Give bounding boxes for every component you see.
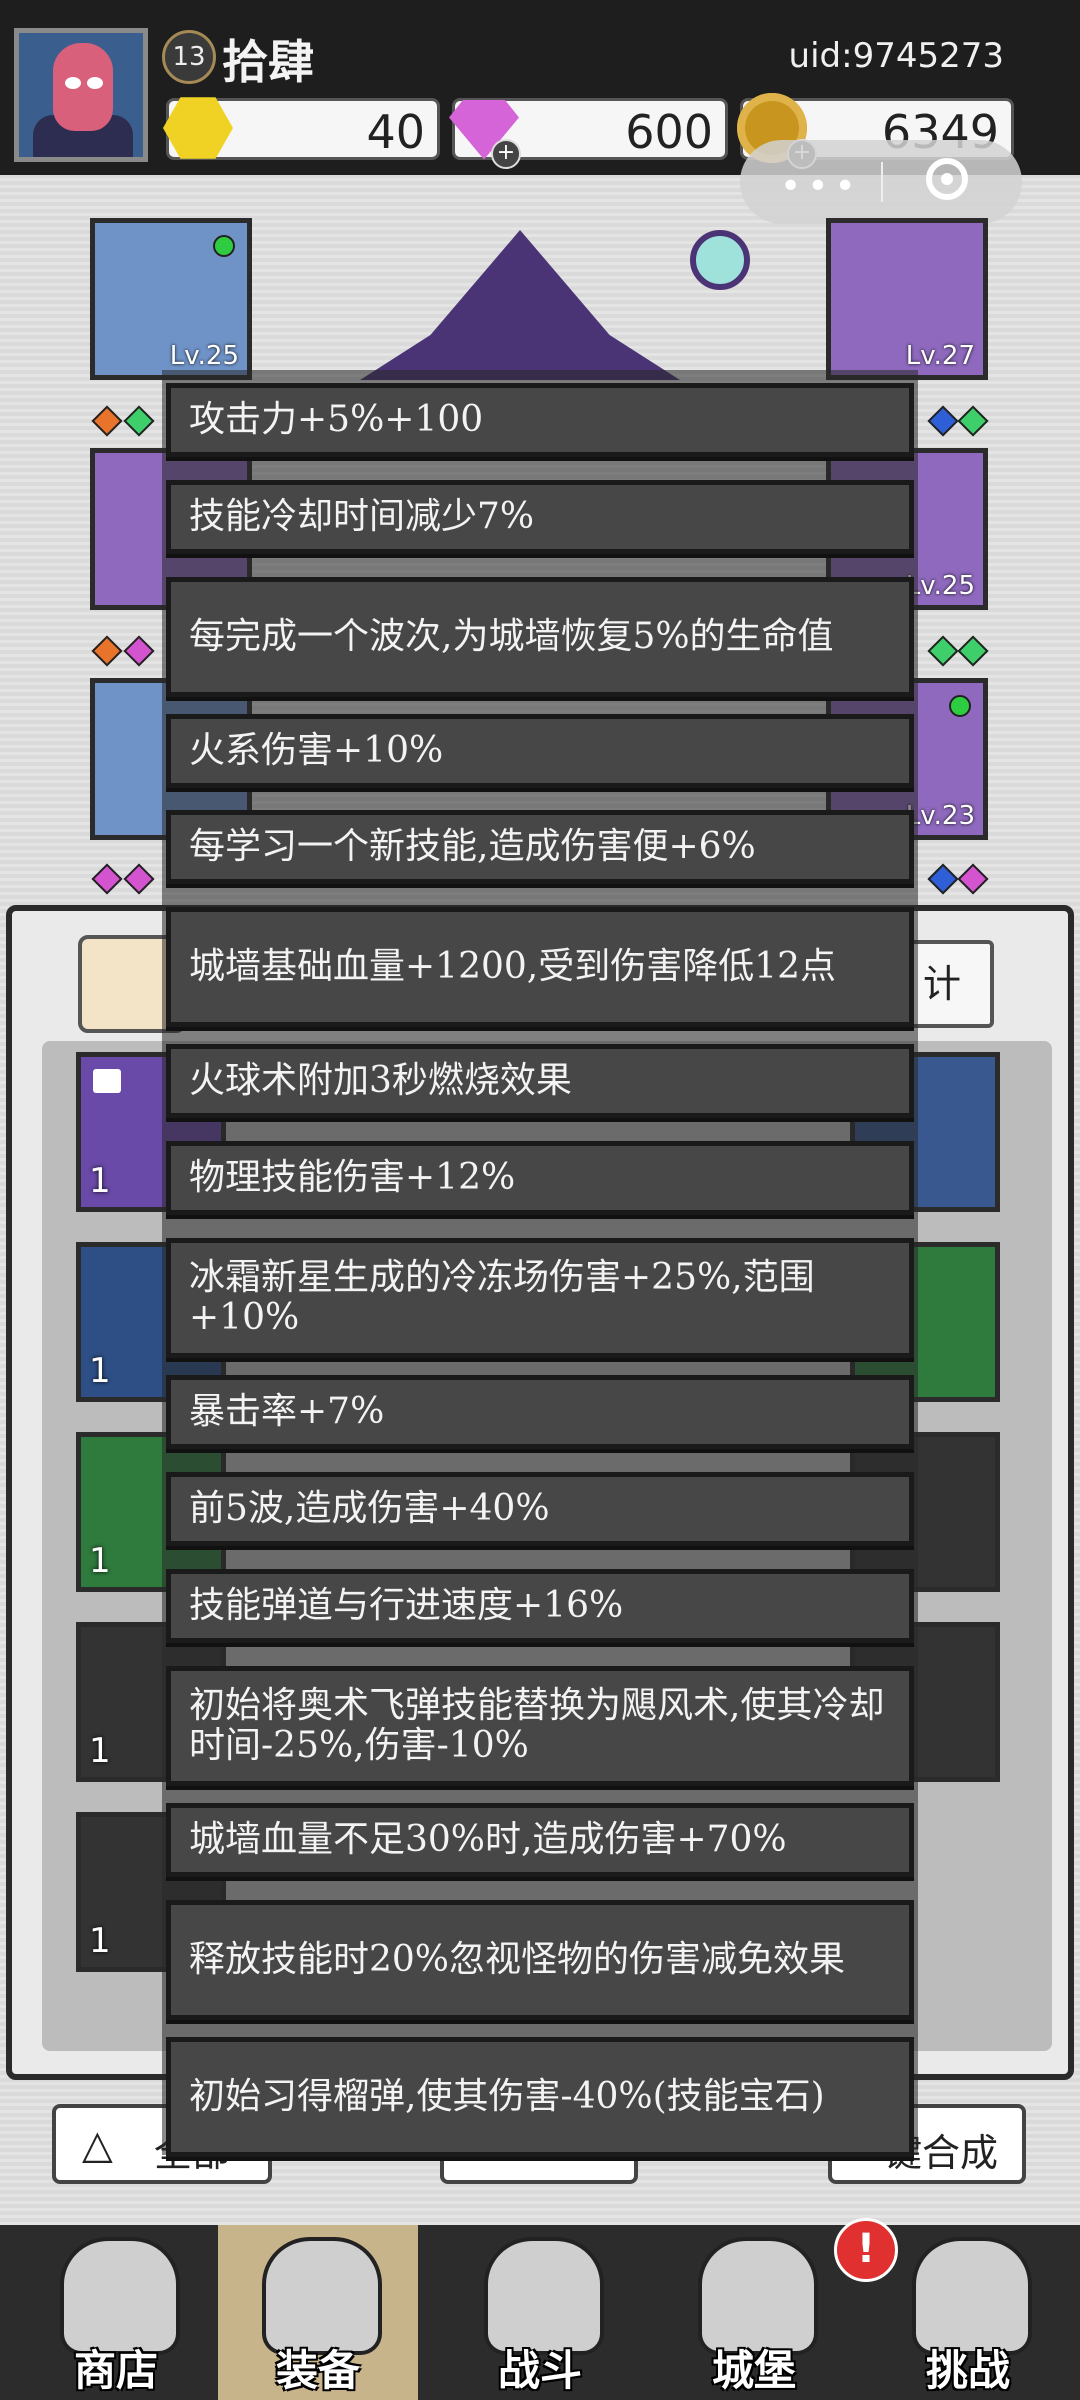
item-count: 1 (89, 1921, 111, 1961)
equip-slot-helmet[interactable]: Lv.25 (90, 218, 252, 380)
equip-level: Lv.27 (905, 341, 975, 371)
currency-amount: 600 (625, 105, 713, 159)
item-count: 1 (89, 1541, 111, 1581)
nav-battle-label: 战斗 (497, 2346, 582, 2395)
nav-shop[interactable]: 商店 (16, 2225, 216, 2400)
equip-level: Lv.25 (169, 341, 239, 371)
effect-item: 火球术附加3秒燃烧效果 (166, 1044, 914, 1118)
nav-castle-label: 城堡 (711, 2346, 796, 2395)
currency-gold: 40 (163, 97, 440, 160)
effect-item: 每完成一个波次,为城墙恢复5%的生命值 (166, 577, 914, 697)
currency-amount: 40 (366, 105, 425, 159)
hero-staff (690, 230, 750, 290)
add-gems-icon[interactable]: + (491, 139, 521, 169)
avatar[interactable] (14, 28, 148, 162)
close-miniprogram-icon[interactable] (926, 158, 968, 200)
miniprogram-capsule[interactable]: ••• (740, 140, 1022, 224)
nav-battle[interactable]: 战斗 (440, 2225, 640, 2400)
effect-item: 冰霜新星生成的冷冻场伤害+25%,范围+10% (166, 1238, 914, 1358)
nav-equipment-label: 装备 (275, 2346, 360, 2395)
nav-shop-label: 商店 (73, 2346, 158, 2395)
up-arrow-icon: △ (82, 2122, 113, 2168)
effect-item: 技能冷却时间减少7% (166, 480, 914, 554)
effect-item: 前5波,造成伤害+40% (166, 1472, 914, 1546)
more-icon[interactable]: ••• (780, 166, 862, 207)
gold-hexagon-icon (163, 97, 233, 159)
effect-item: 攻击力+5%+100 (166, 383, 914, 457)
effect-item: 每学习一个新技能,造成伤害便+6% (166, 810, 914, 884)
player-name: 拾肆 (222, 35, 314, 89)
effect-item: 释放技能时20%忽视怪物的伤害减免效果 (166, 1900, 914, 2020)
effect-item: 城墙血量不足30%时,造成伤害+70% (166, 1803, 914, 1877)
player-uid: uid:9745273 (788, 36, 1004, 76)
effect-item: 城墙基础血量+1200,受到伤害降低12点 (166, 907, 914, 1027)
effect-item: 物理技能伤害+12% (166, 1141, 914, 1215)
nav-equipment[interactable]: 装备 (218, 2225, 418, 2400)
currency-gems[interactable]: + 600 (449, 98, 728, 169)
item-count: 1 (89, 1731, 111, 1771)
bottom-nav: 商店 装备 战斗 城堡 挑战 (0, 2225, 1080, 2400)
item-count: 1 (89, 1161, 111, 1201)
effect-item: 初始习得榴弹,使其伤害-40%(技能宝石) (166, 2037, 914, 2157)
effect-item: 火系伤害+10% (166, 714, 914, 788)
effect-item: 技能弹道与行进速度+16% (166, 1569, 914, 1643)
equip-slot-shoulder[interactable]: Lv.27 (826, 218, 988, 380)
nav-castle[interactable]: 城堡 (654, 2225, 854, 2400)
player-level-badge: 13 (162, 30, 216, 84)
effect-item: 暴击率+7% (166, 1375, 914, 1449)
notification-badge: ! (834, 2218, 898, 2282)
nav-challenge[interactable]: 挑战 (868, 2225, 1068, 2400)
nav-challenge-label: 挑战 (925, 2346, 1010, 2395)
effect-item: 初始将奥术飞弹技能替换为飓风术,使其冷却时间-25%,伤害-10% (166, 1666, 914, 1786)
lock-icon (93, 1069, 121, 1093)
item-count: 1 (89, 1351, 111, 1391)
